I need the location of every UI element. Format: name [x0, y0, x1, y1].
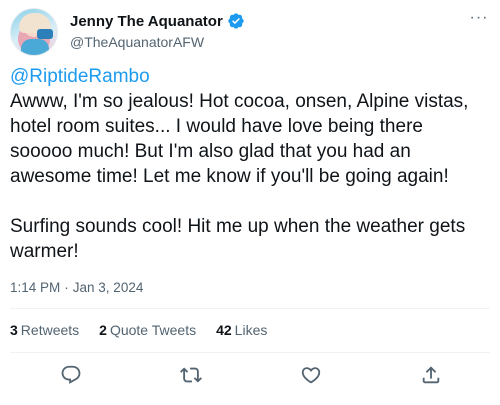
engagement-stats: 3 Retweets 2 Quote Tweets 42 Likes	[10, 322, 267, 338]
timestamp[interactable]: 1:14 PM · Jan 3, 2024	[10, 280, 143, 295]
divider	[10, 352, 490, 353]
tweet-header: Jenny The Aquanator @TheAquanatorAFW ···	[10, 8, 490, 56]
tweet-paragraph-2: Surfing sounds cool! Hit me up when the …	[10, 216, 466, 262]
likes-stat[interactable]: 42 Likes	[216, 322, 267, 338]
more-icon[interactable]: ···	[468, 8, 490, 28]
retweet-icon[interactable]	[179, 363, 203, 387]
meta-separator: ·	[64, 280, 69, 295]
avatar[interactable]	[10, 8, 58, 56]
handle[interactable]: @TheAquanatorAFW	[70, 34, 204, 50]
action-bar	[10, 360, 490, 390]
display-name[interactable]: Jenny The Aquanator	[70, 13, 223, 30]
tweet-time[interactable]: 1:14 PM	[10, 280, 60, 295]
tweet-text: @RiptideRambo Awww, I'm so jealous! Hot …	[10, 64, 490, 264]
tweet-paragraph-1: Awww, I'm so jealous! Hot cocoa, onsen, …	[10, 91, 469, 187]
retweets-stat[interactable]: 3 Retweets	[10, 322, 79, 338]
share-icon[interactable]	[419, 363, 443, 387]
reply-icon[interactable]	[59, 363, 83, 387]
verified-badge-icon	[227, 12, 245, 30]
mention-link[interactable]: @RiptideRambo	[10, 66, 150, 87]
like-icon[interactable]	[299, 363, 323, 387]
quote-tweets-stat[interactable]: 2 Quote Tweets	[99, 322, 196, 338]
name-row: Jenny The Aquanator	[70, 12, 245, 30]
tweet-date[interactable]: Jan 3, 2024	[73, 280, 144, 295]
divider	[10, 308, 490, 309]
